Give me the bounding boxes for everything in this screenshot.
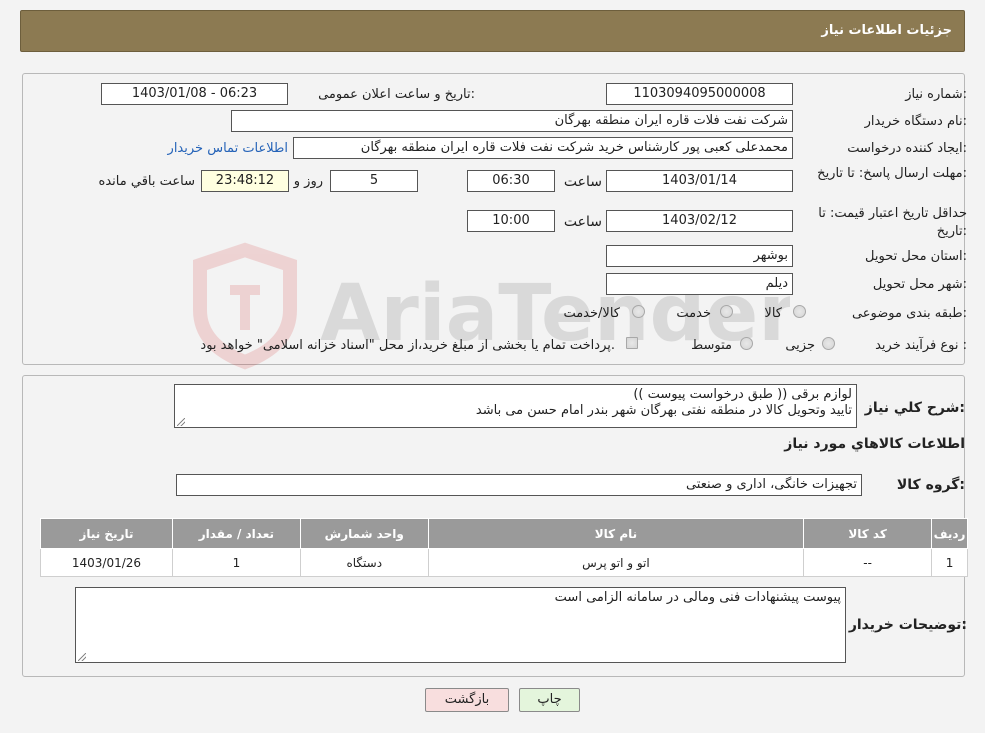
province-label: استان محل تحویل: xyxy=(865,249,967,264)
need-number-label: شماره نیاز: xyxy=(905,87,967,102)
cell-goods-code: -- xyxy=(803,548,933,577)
process-type-label: نوع فرآیند خرید : xyxy=(875,338,967,353)
price-validity-time-label: ساعت xyxy=(563,214,602,230)
category-goods-service-radio[interactable] xyxy=(632,305,645,318)
goods-table-header: رديف كد كالا نام كالا واحد شمارش تعداد /… xyxy=(40,518,968,549)
remaining-time-label: ساعت باقي مانده xyxy=(98,174,195,189)
buyer-notes-label: توضیحات خریدار: xyxy=(848,617,967,633)
remaining-time-field: 23:48:12 xyxy=(201,170,289,192)
treasury-note: پرداخت تمام یا بخشی از مبلغ خرید،از محل … xyxy=(200,338,615,353)
announce-datetime-label: تاریخ و ساعت اعلان عمومی: xyxy=(318,87,475,102)
col-quantity: تعداد / مقدار xyxy=(171,518,301,549)
price-validity-time-field: 10:00 xyxy=(467,210,555,232)
process-medium-label: متوسط xyxy=(691,338,732,353)
col-unit: واحد شمارش xyxy=(299,518,429,549)
table-row: 1 -- اتو و اتو پرس دستگاه 1 1403/01/26 xyxy=(40,548,968,577)
col-row-number: رديف xyxy=(931,518,968,549)
print-button[interactable]: چاپ xyxy=(519,688,580,712)
days-field: 5 xyxy=(330,170,418,192)
page-title: جزئیات اطلاعات نیاز xyxy=(821,23,952,38)
back-button[interactable]: بازگشت xyxy=(425,688,509,712)
category-goods-label: کالا xyxy=(764,306,782,321)
reply-date-field: 1403/01/14 xyxy=(606,170,793,192)
description-line-1: لوازم برقی (( طبق درخواست پیوست )) xyxy=(633,387,852,402)
reply-deadline-label: مهلت ارسال پاسخ: تا تاریخ: xyxy=(817,166,967,181)
description-line-2: تایید وتحویل کالا در منطقه نفتی بهرگان ش… xyxy=(475,403,852,418)
col-goods-name: نام كالا xyxy=(427,518,805,549)
process-minor-radio[interactable] xyxy=(822,337,835,350)
category-label: طبقه بندی موضوعی: xyxy=(851,306,967,321)
category-service-radio[interactable] xyxy=(720,305,733,318)
city-label: شهر محل تحویل: xyxy=(872,277,967,292)
cell-unit: دستگاه xyxy=(299,548,429,577)
resize-grip-icon[interactable] xyxy=(78,653,86,661)
col-need-date: تاريخ نياز xyxy=(40,518,173,549)
need-number-field: 1103094095000008 xyxy=(606,83,793,105)
cell-quantity: 1 xyxy=(171,548,301,577)
category-goods-radio[interactable] xyxy=(793,305,806,318)
treasury-checkbox[interactable] xyxy=(626,337,638,349)
price-validity-label: حداقل تاریخ اعتبار قیمت: تا تاریخ: xyxy=(818,206,967,239)
category-service-label: خدمت xyxy=(676,306,711,321)
buyer-notes-textarea[interactable]: پیوست پیشنهادات فنی ومالی در سامانه الزا… xyxy=(75,587,846,663)
buyer-contact-link[interactable]: اطلاعات تماس خریدار xyxy=(168,141,288,156)
cell-row-number: 1 xyxy=(931,548,968,577)
process-minor-label: جزیی xyxy=(785,338,815,353)
city-field: دیلم xyxy=(606,273,793,295)
goods-info-title: اطلاعات كالاهاي مورد نياز xyxy=(784,436,965,452)
buyer-org-label: نام دستگاه خریدار: xyxy=(864,114,967,129)
description-textarea[interactable]: لوازم برقی (( طبق درخواست پیوست )) تایید… xyxy=(174,384,857,428)
buyer-org-field: شرکت نفت فلات قاره ایران منطقه بهرگان xyxy=(231,110,793,132)
goods-group-label: گروه کالا: xyxy=(896,477,965,493)
buyer-notes-text: پیوست پیشنهادات فنی ومالی در سامانه الزا… xyxy=(554,590,841,605)
category-goods-service-label: کالا/خدمت xyxy=(563,306,620,321)
creator-field: محمدعلی کعبی پور کارشناس خرید شرکت نفت ف… xyxy=(293,137,793,159)
days-label: روز و xyxy=(293,174,323,189)
goods-table: رديف كد كالا نام كالا واحد شمارش تعداد /… xyxy=(40,518,968,577)
reply-time-label: ساعت xyxy=(563,174,602,190)
announce-datetime-field: 1403/01/08 - 06:23 xyxy=(101,83,288,105)
description-label: شرح كلي نياز: xyxy=(864,400,965,416)
page-header: جزئیات اطلاعات نیاز xyxy=(20,10,965,52)
reply-time-field: 06:30 xyxy=(467,170,555,192)
cell-goods-name: اتو و اتو پرس xyxy=(427,548,805,577)
province-field: بوشهر xyxy=(606,245,793,267)
cell-need-date: 1403/01/26 xyxy=(40,548,173,577)
col-goods-code: كد كالا xyxy=(803,518,933,549)
process-medium-radio[interactable] xyxy=(740,337,753,350)
price-validity-date-field: 1403/02/12 xyxy=(606,210,793,232)
goods-group-field: تجهیزات خانگی، اداری و صنعتی xyxy=(176,474,862,496)
creator-label: ایجاد کننده درخواست: xyxy=(847,141,967,156)
resize-grip-icon[interactable] xyxy=(177,418,185,426)
